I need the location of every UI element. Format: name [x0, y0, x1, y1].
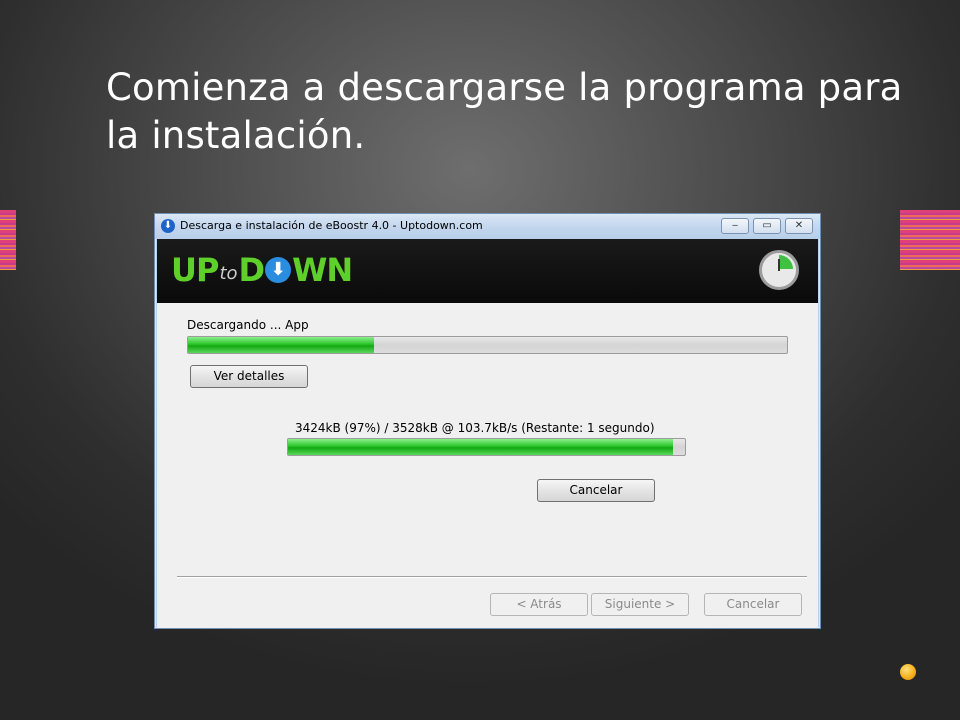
download-arrow-icon: ⬇ [161, 219, 175, 233]
next-button[interactable]: Siguiente > [591, 593, 689, 616]
footer-cancel-button[interactable]: Cancelar [704, 593, 802, 616]
minimize-button[interactable]: ‒ [721, 218, 749, 234]
logo-to-text: to [219, 262, 238, 284]
overall-progress-fill [188, 337, 374, 353]
download-status-label: Descargando ... App [187, 318, 309, 332]
clock-wedge [779, 255, 793, 269]
uptodown-logo: UP to D ⬇ WN [171, 251, 353, 289]
logo-down-arrow-icon: ⬇ [265, 257, 292, 283]
decorative-stripes-right [900, 210, 960, 270]
file-progress-fill [288, 439, 674, 455]
view-details-button[interactable]: Ver detalles [190, 365, 308, 388]
uptodown-banner: UP to D ⬇ WN [157, 239, 818, 303]
clock-icon [759, 250, 799, 290]
footer-separator [177, 576, 807, 578]
logo-wn-text: WN [292, 251, 353, 289]
installer-window: ⬇ Descarga e instalación de eBoostr 4.0 … [154, 213, 821, 629]
slide-title: Comienza a descargarse la programa para … [106, 66, 903, 157]
back-button[interactable]: < Atrás [490, 593, 588, 616]
close-button[interactable]: ✕ [785, 218, 813, 234]
window-title: Descarga e instalación de eBoostr 4.0 - … [180, 219, 483, 232]
logo-d-text: D [238, 251, 266, 289]
cancel-download-button[interactable]: Cancelar [537, 479, 655, 502]
decorative-stripes-left [0, 210, 16, 270]
overall-progress-bar [187, 336, 788, 354]
orange-bullet-decoration [900, 664, 916, 680]
file-progress-bar [287, 438, 686, 456]
clock-hand [778, 259, 780, 271]
file-status-text: 3424kB (97%) / 3528kB @ 103.7kB/s (Resta… [295, 421, 655, 435]
window-titlebar[interactable]: ⬇ Descarga e instalación de eBoostr 4.0 … [155, 214, 820, 239]
maximize-button[interactable]: ▭ [753, 218, 781, 234]
dialog-body: Descargando ... App Ver detalles 3424kB … [157, 303, 818, 628]
logo-up-text: UP [171, 251, 219, 289]
